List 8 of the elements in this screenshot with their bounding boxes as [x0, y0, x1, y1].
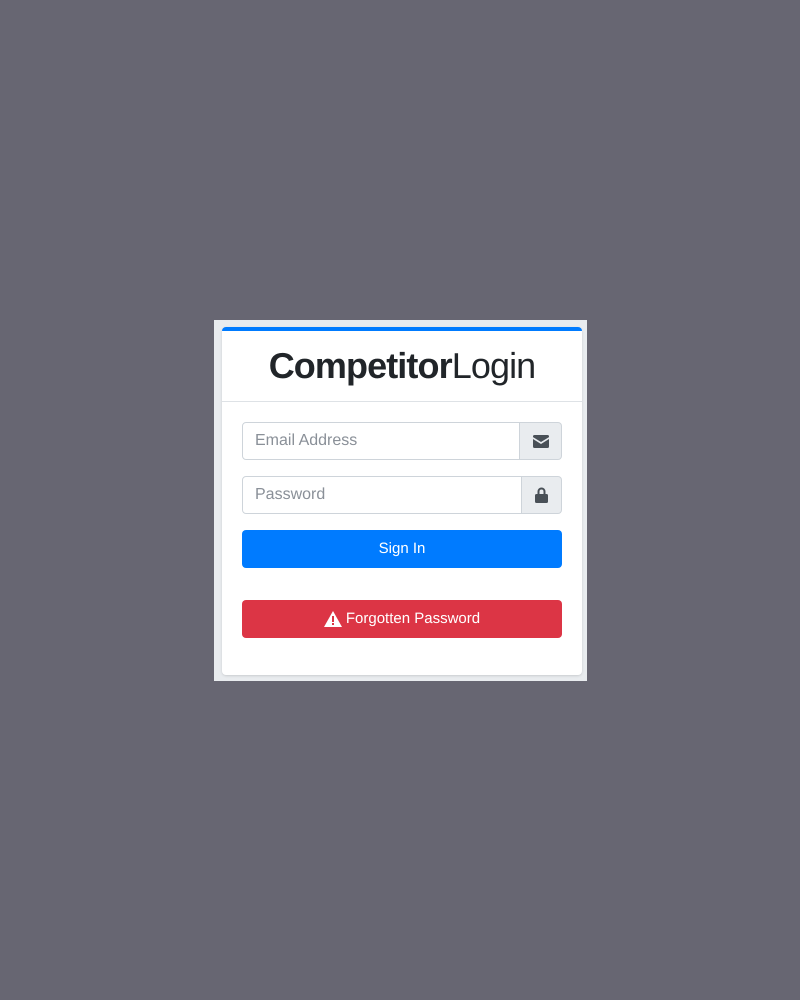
lock-icon — [535, 487, 548, 503]
envelope-icon — [532, 434, 548, 448]
sign-in-button[interactable]: Sign In — [242, 530, 562, 568]
password-field[interactable]: Password — [242, 476, 522, 514]
forgot-password-button[interactable]: Forgotten Password — [242, 600, 562, 638]
card-title: CompetitorLogin — [268, 344, 536, 388]
warning-icon — [324, 611, 342, 627]
email-field[interactable]: Email Address — [242, 422, 520, 460]
